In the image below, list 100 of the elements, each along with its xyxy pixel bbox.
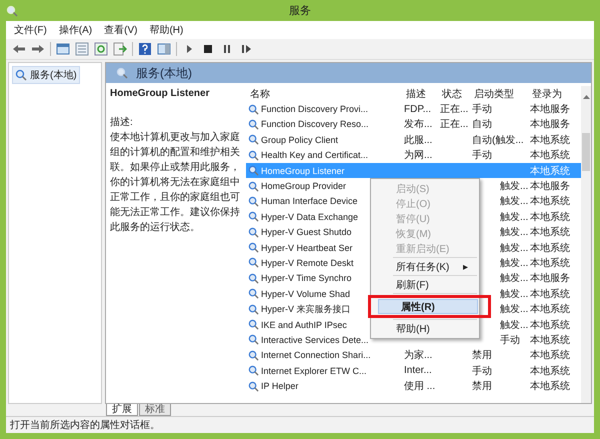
pane-title: 服务(本地) <box>136 64 192 82</box>
search-icon <box>116 67 128 79</box>
service-name-cell: Hyper-V 来宾服务接口 <box>261 302 351 316</box>
help-icon[interactable] <box>138 42 152 56</box>
description-label: 描述: <box>110 116 134 130</box>
table-cell: 触发... <box>500 320 528 331</box>
table-cell: 本地系统 <box>530 150 570 162</box>
table-cell: 本地服务 <box>530 181 570 192</box>
column-header[interactable]: 名称 <box>246 86 402 101</box>
table-cell: FDP... <box>404 104 432 115</box>
service-name-cell: Hyper-V Time Synchro <box>261 273 352 284</box>
service-name-cell: Function Discovery Provi... <box>261 104 368 114</box>
resume-icon[interactable] <box>239 42 253 56</box>
table-cell: 禁用 <box>472 350 492 362</box>
table-cell: 本地系统 <box>530 227 570 238</box>
scroll-up-icon[interactable] <box>582 94 590 99</box>
window-title: 服务 <box>289 4 311 18</box>
menu-item[interactable]: 刷新(F) <box>373 277 477 292</box>
service-name-cell: Hyper-V Remote Deskt <box>261 258 354 268</box>
menu-item[interactable]: 所有任务(K) ▸ <box>373 259 477 274</box>
panel-icon[interactable] <box>157 42 171 56</box>
table-cell: 触发... <box>500 212 528 223</box>
panel-icon[interactable] <box>56 42 70 56</box>
column-header[interactable]: 状态 <box>438 86 470 101</box>
table-cell: 本地系统 <box>530 166 570 177</box>
table-cell: 本地服务 <box>530 273 570 284</box>
service-name-cell: Hyper-V Volume Shad <box>261 288 350 299</box>
table-cell: 手动 <box>472 150 492 162</box>
menu-item[interactable]: 文件(F) <box>14 23 47 37</box>
table-cell: 本地系统 <box>530 381 570 392</box>
table-cell: 本地系统 <box>530 350 570 362</box>
table-cell: 本地系统 <box>530 304 570 316</box>
service-name-cell: Hyper-V Data Exchange <box>261 212 358 222</box>
table-cell: 本地系统 <box>530 212 570 223</box>
scrollbar-thumb[interactable] <box>582 133 590 171</box>
table-cell: 触发... <box>500 196 528 208</box>
table-cell: 手动 <box>472 366 492 377</box>
service-name-cell: Interactive Services Dete... <box>261 334 369 345</box>
column-header[interactable]: 启动类型 <box>470 86 528 101</box>
table-cell: 触发... <box>500 227 528 238</box>
table-cell: 本地系统 <box>530 320 570 331</box>
table-cell: 为网... <box>404 150 432 162</box>
service-name-cell: IP Helper <box>261 381 298 392</box>
service-name-cell: Internet Connection Shari... <box>261 350 371 360</box>
table-cell: 本地系统 <box>530 134 570 146</box>
service-name: HomeGroup Listener <box>110 88 210 99</box>
table-cell: 手动 <box>500 334 520 346</box>
table-cell: 本地系统 <box>530 366 570 377</box>
tree-item[interactable]: 服务(本地) <box>12 66 80 84</box>
list-icon[interactable] <box>75 42 89 56</box>
forward-icon[interactable] <box>31 42 45 56</box>
table-cell: 触发... <box>500 304 528 316</box>
refresh-icon[interactable] <box>94 42 108 56</box>
table-cell: 自动(触发... <box>472 134 524 146</box>
table-cell: 触发... <box>500 242 528 254</box>
table-cell: 使用 ... <box>404 381 436 392</box>
column-header[interactable]: 描述 <box>402 86 438 101</box>
table-cell: 手动 <box>472 104 492 116</box>
table-cell: 触发... <box>500 258 528 269</box>
table-cell: 为家... <box>404 350 432 362</box>
table-cell: 正在... <box>440 119 468 130</box>
table-cell: 本地服务 <box>530 119 570 130</box>
search-icon <box>6 4 18 16</box>
back-icon[interactable] <box>12 42 26 56</box>
table-cell: 发布... <box>404 119 432 130</box>
service-name-cell: Group Policy Client <box>261 134 338 145</box>
table-cell: 触发... <box>500 288 528 300</box>
service-name-cell: Health Key and Certificat... <box>261 150 368 160</box>
service-name-cell: Human Interface Device <box>261 196 358 206</box>
service-name-cell: IKE and AuthIP IPsec <box>261 320 347 330</box>
table-cell: 本地系统 <box>530 334 570 346</box>
table-cell: 触发... <box>500 181 528 192</box>
service-name-cell: Hyper-V Heartbeat Ser <box>261 242 353 253</box>
export-icon[interactable] <box>113 42 127 56</box>
table-cell: Inter... <box>404 365 432 376</box>
tab[interactable]: 扩展 <box>106 404 138 416</box>
service-name-cell: HomeGroup Provider <box>261 181 346 192</box>
tab[interactable]: 标准 <box>139 404 171 416</box>
table-cell: 触发... <box>500 273 528 284</box>
table-cell: 正在... <box>440 104 468 116</box>
table-cell: 本地系统 <box>530 242 570 254</box>
table-cell: 禁用 <box>472 381 492 392</box>
menu-item[interactable]: 属性(R) <box>378 299 478 314</box>
service-name-cell: HomeGroup Listener <box>261 166 345 176</box>
column-header[interactable]: 登录为 <box>528 86 574 101</box>
description-text: 使本地计算机更改与加入家庭组的计算机的配置和维护相关联。如果停止或禁用此服务，你的计算机将无法在家庭组中正常工作，且你的家庭组也可能无法正常工作。建议你保持此服务的运行状态。 <box>110 130 241 235</box>
table-cell: 此服... <box>404 134 432 146</box>
stop-icon[interactable] <box>201 42 215 56</box>
table-cell: 本地系统 <box>530 288 570 300</box>
menu-item[interactable]: 操作(A) <box>58 23 92 37</box>
table-cell: 本地系统 <box>530 258 570 269</box>
table-cell: 本地系统 <box>530 196 570 208</box>
table-cell: 自动 <box>472 119 492 130</box>
service-name-cell: Internet Explorer ETW C... <box>261 366 367 376</box>
search-icon <box>15 69 27 81</box>
service-name-cell: Function Discovery Reso... <box>261 119 369 130</box>
menu-item[interactable]: 查看(V) <box>104 23 138 37</box>
menu-item[interactable]: 帮助(H) <box>149 23 184 37</box>
table-cell: 本地服务 <box>530 104 570 116</box>
menu-item[interactable]: 帮助(H) <box>373 321 477 336</box>
